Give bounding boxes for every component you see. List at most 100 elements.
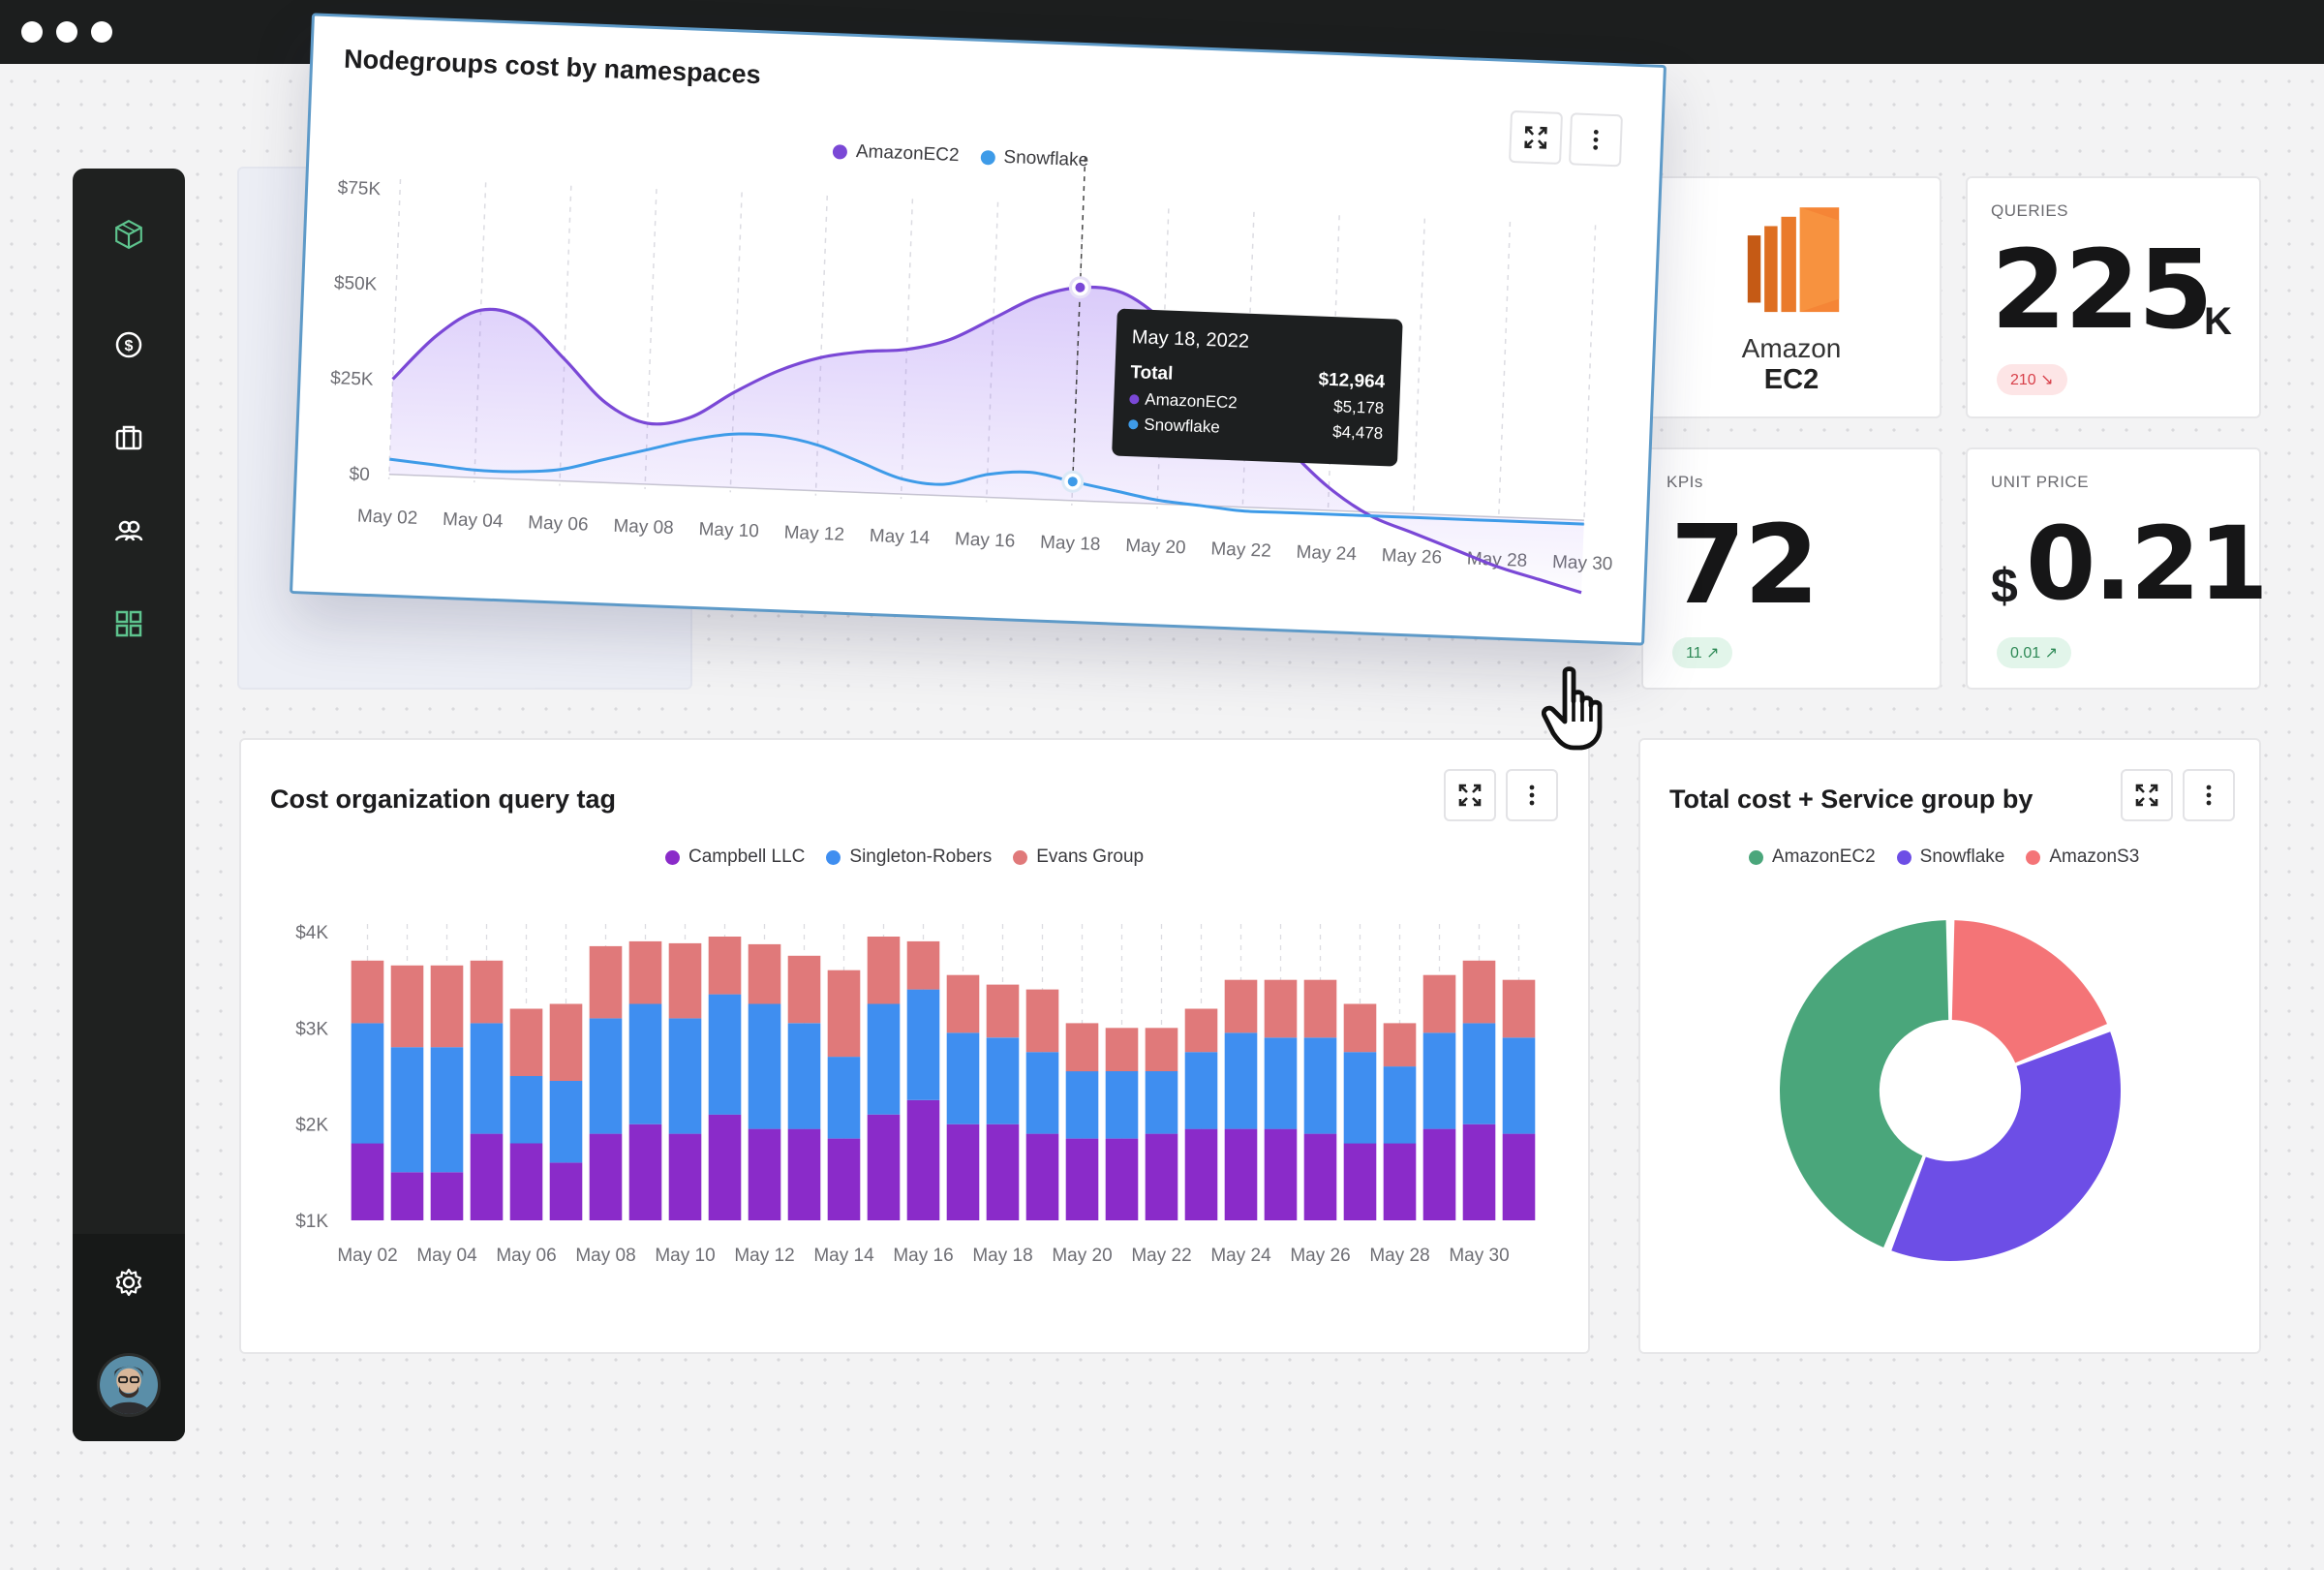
bar-segment [668, 1133, 702, 1220]
bar-segment [1025, 989, 1059, 1053]
nodegroups-chart-card[interactable]: Nodegroups cost by namespaces AmazonEC2 … [289, 13, 1667, 646]
bar-segment [509, 1008, 543, 1076]
x-tick-label: May 14 [813, 1246, 874, 1266]
bar-segment [1184, 1008, 1218, 1053]
bar-segment [1224, 1032, 1258, 1129]
bar-segment [589, 1133, 623, 1220]
bar-segment [1105, 1071, 1139, 1139]
y-tick-label: $1K [295, 1212, 328, 1232]
bar-segment [430, 1172, 464, 1220]
bar-segment [1105, 1138, 1139, 1220]
bar-segment [1224, 979, 1258, 1033]
kpis-label: KPIs [1667, 473, 1703, 491]
bar-segment [787, 1128, 821, 1220]
users-icon [114, 520, 143, 541]
bar-segment [867, 937, 901, 1004]
unit-price-label: UNIT PRICE [1991, 473, 2090, 491]
sidebar-item-teams[interactable] [109, 511, 148, 550]
bar-segment [668, 1018, 702, 1134]
settings-button[interactable] [109, 1263, 148, 1302]
bar-segment [1184, 1052, 1218, 1129]
amazon-label: Amazon [1741, 333, 1842, 363]
queries-kpi-card[interactable]: QUERIES 225 K 210 ↘ [1966, 176, 2261, 418]
bar-segment [1502, 1037, 1536, 1134]
bar-segment [1025, 1133, 1059, 1220]
bar-segment [946, 1032, 980, 1124]
tooltip-date: May 18, 2022 [1131, 326, 1250, 353]
bar-segment [1303, 1037, 1337, 1134]
bar-segment [1383, 1023, 1417, 1067]
gear-icon [115, 1268, 142, 1297]
kpis-kpi-card[interactable]: KPIs 72 11 ↗ [1641, 447, 1942, 690]
unit-price-kpi-card[interactable]: UNIT PRICE $ 0.21 0.01 ↗ [1966, 447, 2269, 690]
x-tick-label: May 04 [416, 1246, 477, 1266]
tooltip-row: Snowflake $4,478 [1128, 415, 1384, 444]
sidebar-item-dashboards[interactable] [109, 604, 148, 643]
queries-suffix: K [2204, 300, 2232, 343]
bar-segment [1264, 1128, 1298, 1220]
cube-logo-icon[interactable] [100, 205, 158, 263]
sidebar-item-services[interactable] [109, 418, 148, 457]
x-tick-label: May 22 [1131, 1246, 1191, 1266]
bar-segment [1303, 1133, 1337, 1220]
bar-segment [946, 1124, 980, 1220]
x-tick-label: May 12 [734, 1246, 794, 1266]
x-tick-label: May 10 [655, 1246, 715, 1266]
bar-segment [986, 984, 1020, 1038]
bar-segment [1303, 979, 1337, 1038]
user-avatar[interactable] [97, 1353, 161, 1417]
tooltip-total-label: Total [1130, 362, 1174, 385]
bar-segment [589, 945, 623, 1019]
bar-segment [1065, 1071, 1099, 1139]
y-tick-label: $0 [349, 464, 370, 485]
bar-segment [748, 943, 781, 1004]
cost-organization-card: Cost organization query tag Campbell LLC… [239, 738, 1590, 1354]
queries-label: QUERIES [1991, 201, 2069, 220]
y-tick-label: $50K [334, 273, 378, 295]
minimize-window-button[interactable] [56, 21, 77, 43]
x-tick-label: May 26 [1290, 1246, 1350, 1266]
bar-segment [628, 940, 662, 1004]
kpis-change-badge: 11 ↗ [1672, 637, 1733, 668]
bar-segment [906, 989, 940, 1100]
stacked-bar-chart: $1K $2K $3K $4K May 02 May 04 May 06 May 08 May … [295, 923, 1536, 1266]
bar-segment [1502, 979, 1536, 1038]
grid-icon [115, 610, 142, 637]
tooltip-row-label: AmazonEC2 [1144, 389, 1238, 413]
bar-segment [708, 994, 742, 1115]
zoom-window-button[interactable] [91, 21, 112, 43]
bar-segment [351, 1023, 384, 1144]
tooltip-dot [1128, 419, 1139, 430]
ec2-label: EC2 [1763, 364, 1819, 395]
bar-segment [708, 1114, 742, 1220]
y-tick-label: $75K [337, 178, 381, 200]
bar-segment [708, 937, 742, 995]
x-tick-label: May 16 [955, 529, 1016, 551]
sidebar: $ [73, 169, 185, 1441]
x-tick-label: May 06 [496, 1246, 556, 1266]
queries-change-badge: 210 ↘ [1997, 364, 2067, 395]
amazon-ec2-card[interactable]: Amazon EC2 [1641, 176, 1942, 418]
bar-segment [1145, 1133, 1178, 1220]
bar-segment [390, 1172, 424, 1220]
x-tick-label: May 12 [783, 522, 844, 544]
bar-segment [1145, 1071, 1178, 1134]
bar-segment [867, 1114, 901, 1220]
bar-segment [748, 1128, 781, 1220]
x-tick-label: May 08 [575, 1246, 635, 1266]
bar-segment [668, 942, 702, 1019]
aws-ec2-logo-icon [1747, 207, 1840, 313]
gridline [1412, 218, 1426, 519]
close-window-button[interactable] [21, 21, 43, 43]
queries-value: 225 [1991, 228, 2214, 354]
bar-segment [906, 940, 940, 990]
tooltip-dot [1129, 394, 1140, 405]
bar-segment [1145, 1028, 1178, 1071]
chart-tooltip: May 18, 2022 Total $12,964 AmazonEC2 $5,… [1112, 308, 1403, 467]
tooltip-row: AmazonEC2 $5,178 [1129, 389, 1385, 418]
x-tick-label: May 16 [893, 1246, 953, 1266]
bar-segment [986, 1037, 1020, 1124]
x-tick-label: May 14 [869, 526, 930, 548]
sidebar-item-billing[interactable]: $ [109, 325, 148, 364]
bar-segment [1343, 1052, 1377, 1144]
